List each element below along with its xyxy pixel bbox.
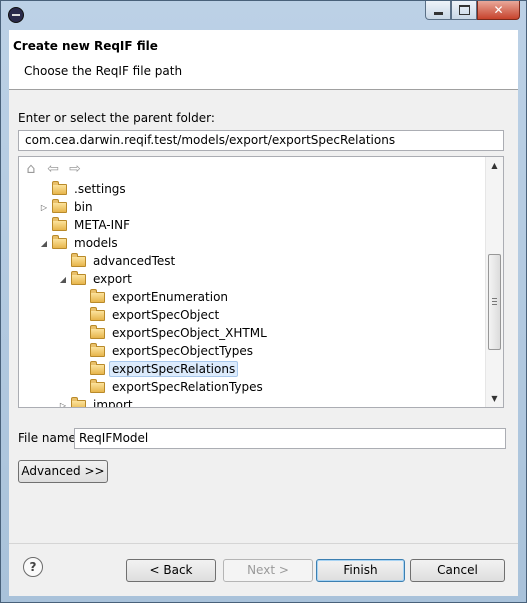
tree-item-label: exportSpecRelations	[109, 361, 239, 377]
wizard-header: Create new ReqIF file Choose the ReqIF f…	[9, 30, 518, 90]
tree-toolbar: ⌂ ⇦ ⇨	[23, 162, 83, 176]
folder-icon	[52, 198, 67, 213]
folder-icon	[71, 270, 86, 285]
collapse-arrow-icon[interactable]: ◢	[57, 275, 69, 284]
advanced-button[interactable]: Advanced >>	[18, 460, 108, 483]
collapse-arrow-icon[interactable]: ◢	[38, 239, 50, 248]
parent-folder-label: Enter or select the parent folder:	[18, 111, 215, 125]
tree-item-label: advancedTest	[93, 254, 176, 268]
expand-arrow-icon[interactable]: ▷	[38, 203, 50, 212]
folder-icon	[52, 234, 67, 249]
scroll-up-icon[interactable]: ▲	[486, 157, 503, 174]
folder-icon	[52, 180, 67, 195]
folder-tree[interactable]: ⌂ ⇦ ⇨ .settings ▷ bin META-INF ◢ models advanc…	[18, 156, 504, 408]
grip-line	[492, 304, 497, 305]
tree-item[interactable]: ▷ bin	[38, 198, 96, 216]
tree-item[interactable]: ◢ export	[57, 270, 135, 288]
tree-item-label: import	[93, 398, 133, 408]
next-button[interactable]: Next >	[223, 559, 313, 582]
home-icon[interactable]: ⌂	[23, 162, 39, 176]
tree-item[interactable]: exportEnumeration	[76, 288, 231, 306]
scroll-down-icon[interactable]: ▼	[486, 390, 503, 407]
maximize-button[interactable]	[451, 1, 477, 20]
folder-icon	[90, 378, 105, 393]
expand-arrow-icon[interactable]: ▷	[57, 401, 69, 408]
tree-item[interactable]: exportSpecObject_XHTML	[76, 324, 270, 342]
cancel-button[interactable]: Cancel	[410, 559, 505, 582]
tree-item[interactable]: META-INF	[38, 216, 133, 234]
finish-button[interactable]: Finish	[316, 559, 405, 582]
eclipse-app-icon[interactable]	[8, 7, 24, 23]
folder-icon	[90, 342, 105, 357]
file-name-input[interactable]: ReqIFModel	[74, 428, 506, 449]
maximize-icon	[458, 5, 470, 15]
tree-item-label: export	[93, 272, 132, 286]
grip-line	[492, 298, 497, 299]
grip-line	[492, 301, 497, 302]
back-button[interactable]: < Back	[126, 559, 216, 582]
minimize-icon	[433, 11, 443, 15]
tree-item-label: exportSpecObject_XHTML	[112, 326, 267, 340]
tree-item-label: exportEnumeration	[112, 290, 229, 304]
tree-item[interactable]: exportSpecObjectTypes	[76, 342, 256, 360]
vertical-scrollbar[interactable]: ▲ ▼	[485, 157, 503, 407]
dialog-window: ✕ Create new ReqIF file Choose the ReqIF…	[0, 0, 527, 603]
tree-item-label: exportSpecRelationTypes	[112, 380, 263, 394]
parent-folder-input[interactable]: com.cea.darwin.reqif.test/models/export/…	[18, 130, 504, 151]
folder-icon	[52, 216, 67, 231]
tree-item[interactable]: exportSpecRelations	[76, 360, 239, 378]
tree-item-label: bin	[74, 200, 93, 214]
dialog-body: Create new ReqIF file Choose the ReqIF f…	[9, 30, 518, 596]
minimize-button[interactable]	[425, 1, 451, 20]
help-icon[interactable]: ?	[23, 557, 43, 577]
page-title: Create new ReqIF file	[13, 39, 158, 53]
tree-item[interactable]: .settings	[38, 180, 129, 198]
title-bar[interactable]: ✕	[1, 1, 526, 29]
back-arrow-icon[interactable]: ⇦	[45, 162, 61, 176]
tree-item-label: exportSpecObjectTypes	[112, 344, 253, 358]
tree-item[interactable]: exportSpecObject	[76, 306, 222, 324]
folder-icon	[71, 252, 86, 267]
tree-item[interactable]: exportSpecRelationTypes	[76, 378, 266, 396]
tree-item[interactable]: advancedTest	[57, 252, 178, 270]
file-name-label: File name:	[18, 431, 80, 445]
close-icon: ✕	[493, 3, 504, 17]
folder-icon	[90, 360, 105, 375]
forward-arrow-icon[interactable]: ⇨	[67, 162, 83, 176]
tree-item[interactable]: ◢ models	[38, 234, 121, 252]
folder-icon	[90, 306, 105, 321]
tree-item[interactable]: ▷ import	[57, 396, 136, 408]
tree-item-label: META-INF	[74, 218, 131, 232]
page-description: Choose the ReqIF file path	[24, 64, 183, 78]
tree-item-label: .settings	[74, 182, 126, 196]
folder-icon	[90, 288, 105, 303]
scroll-thumb[interactable]	[488, 254, 501, 350]
tree-item-label: models	[74, 236, 118, 250]
button-bar-separator	[9, 543, 518, 544]
window-controls: ✕	[425, 1, 520, 20]
folder-icon	[90, 324, 105, 339]
folder-icon	[71, 396, 86, 407]
tree-item-label: exportSpecObject	[112, 308, 220, 322]
close-button[interactable]: ✕	[477, 1, 520, 20]
